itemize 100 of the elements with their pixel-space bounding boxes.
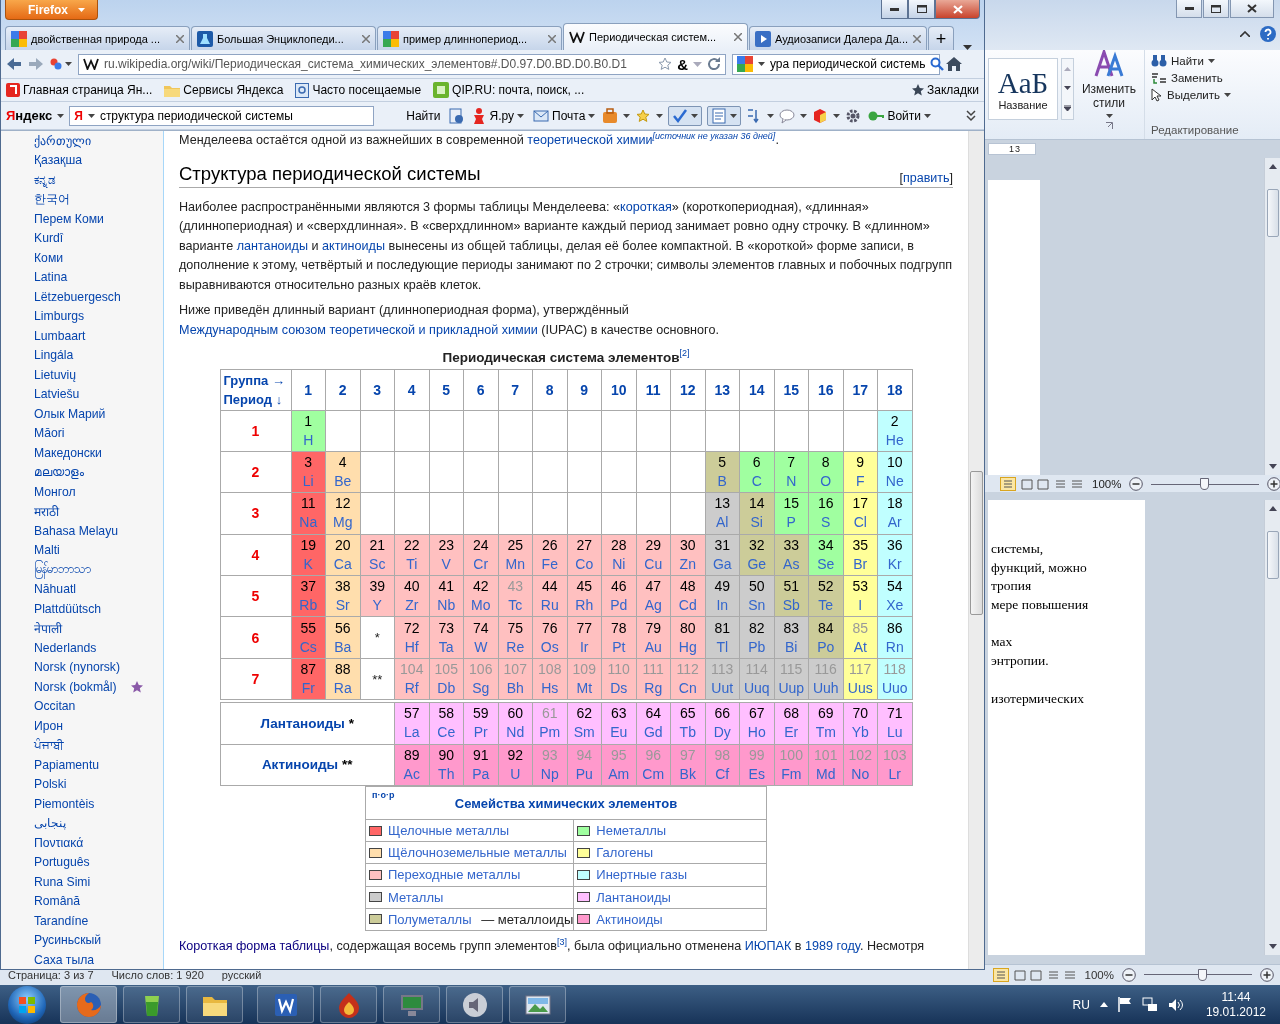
- element-cell[interactable]: 112 Cn: [671, 658, 705, 700]
- element-symbol[interactable]: C: [751, 472, 762, 492]
- language-link[interactable]: Олык Марий: [34, 406, 106, 421]
- element-cell[interactable]: 52 Te: [809, 576, 843, 617]
- language-link[interactable]: Occitan: [34, 699, 76, 714]
- envelope-icon[interactable]: [533, 107, 550, 124]
- close-icon[interactable]: [548, 34, 556, 43]
- element-cell[interactable]: 86 Rn: [878, 617, 912, 658]
- element-cell[interactable]: 33 As: [774, 534, 808, 576]
- element-cell[interactable]: 110 Ds: [602, 658, 636, 700]
- family-link[interactable]: Металлы: [388, 889, 444, 905]
- language-link[interactable]: Piemontèis: [34, 796, 95, 811]
- element-cell[interactable]: 20 Ca: [326, 534, 360, 576]
- element-cell[interactable]: 15 P: [774, 493, 808, 534]
- element-symbol[interactable]: Rn: [885, 637, 904, 657]
- taskbar-button[interactable]: [186, 986, 243, 1023]
- language-link[interactable]: Malti: [34, 543, 60, 558]
- search-icon[interactable]: [930, 57, 945, 71]
- element-cell[interactable]: 66 Dy: [705, 703, 739, 744]
- element-cell[interactable]: 48 Cd: [671, 576, 705, 617]
- minimize-button[interactable]: [881, 0, 908, 19]
- element-symbol[interactable]: Eu: [610, 723, 628, 743]
- element-symbol[interactable]: La: [403, 723, 420, 743]
- language-link[interactable]: Македонски: [34, 445, 102, 460]
- reference-link[interactable]: [2]: [679, 348, 690, 358]
- element-cell[interactable]: 6 C: [740, 451, 774, 493]
- element-cell[interactable]: 45 Rh: [567, 576, 601, 617]
- back-button[interactable]: [6, 57, 22, 71]
- element-symbol[interactable]: Kr: [887, 554, 902, 574]
- bookmarks-menu-button[interactable]: Закладки: [912, 83, 979, 97]
- close-icon[interactable]: [913, 34, 921, 43]
- element-cell[interactable]: 49 In: [705, 576, 739, 617]
- arrow-down-icon[interactable]: [1064, 86, 1071, 90]
- find-button[interactable]: Найти: [1151, 54, 1239, 68]
- element-cell[interactable]: 85 At: [843, 617, 877, 658]
- element-cell[interactable]: 91 Pa: [464, 744, 498, 785]
- element-cell[interactable]: 65 Tb: [671, 703, 705, 744]
- chevron-icon[interactable]: [963, 107, 979, 124]
- element-symbol[interactable]: Yb: [851, 723, 869, 743]
- language-link[interactable]: Қазақша: [34, 153, 82, 168]
- language-link[interactable]: پنجابی: [34, 816, 66, 831]
- group-number-link[interactable]: 13: [705, 369, 739, 410]
- clock[interactable]: 11:44 19.01.2012: [1205, 989, 1266, 1020]
- arrow-up-icon[interactable]: [1268, 164, 1277, 169]
- language-link[interactable]: Монгол: [34, 484, 76, 499]
- series-link[interactable]: Лантаноиды: [260, 715, 345, 731]
- arrow-up-icon[interactable]: [1099, 1002, 1108, 1007]
- element-symbol[interactable]: Cu: [644, 554, 663, 574]
- element-cell[interactable]: 36 Kr: [878, 534, 912, 576]
- element-cell[interactable]: 30 Zn: [671, 534, 705, 576]
- scrollbar-thumb[interactable]: [1266, 531, 1279, 579]
- element-symbol[interactable]: Ds: [610, 679, 628, 699]
- site-menu-button[interactable]: [50, 58, 72, 70]
- element-cell[interactable]: 67 Ho: [740, 703, 774, 744]
- language-link[interactable]: Саха тыла: [34, 952, 95, 967]
- group-number-link[interactable]: 17: [843, 369, 877, 410]
- zoom-out-icon[interactable]: [1129, 476, 1144, 491]
- element-symbol[interactable]: Nb: [437, 596, 456, 616]
- element-symbol[interactable]: Er: [784, 723, 799, 743]
- slider-thumb[interactable]: [1198, 969, 1208, 981]
- element-cell[interactable]: 9 F: [843, 451, 877, 493]
- close-icon[interactable]: [734, 33, 742, 41]
- element-cell[interactable]: 90 Th: [429, 744, 463, 785]
- group-number-link[interactable]: 5: [429, 369, 463, 410]
- element-cell[interactable]: 81 Tl: [705, 617, 739, 658]
- element-cell[interactable]: 12 Mg: [326, 493, 360, 534]
- browser-tab[interactable]: Периодическая систем...: [563, 23, 748, 50]
- browser-tab[interactable]: Большая Энциклопеди...: [191, 26, 376, 50]
- language-link[interactable]: नेपाली: [34, 619, 62, 637]
- element-symbol[interactable]: At: [853, 637, 867, 657]
- translate-button[interactable]: [707, 105, 742, 126]
- citation-needed-link[interactable]: [источник не указан 36 дней]: [652, 131, 776, 141]
- language-link[interactable]: Bahasa Melayu: [34, 523, 118, 538]
- bookmark-item[interactable]: QIP.RU: почта, поиск, ...: [433, 82, 585, 98]
- element-cell[interactable]: 18 Ar: [878, 493, 912, 534]
- element-symbol[interactable]: W: [474, 637, 488, 657]
- element-symbol[interactable]: Ag: [644, 596, 662, 616]
- language-link[interactable]: മലയാളം: [34, 465, 84, 480]
- element-cell[interactable]: 26 Fe: [533, 534, 567, 576]
- element-cell[interactable]: 111 Rg: [636, 658, 670, 700]
- find-button[interactable]: Найти: [404, 108, 443, 123]
- element-cell[interactable]: 54 Xe: [878, 576, 912, 617]
- cube-icon[interactable]: [812, 107, 829, 124]
- text-link[interactable]: Международным союзом теоретической и прикладной химии: [179, 322, 538, 337]
- language-link[interactable]: 한국어: [34, 190, 70, 208]
- scrollbar-thumb[interactable]: [1266, 189, 1279, 237]
- language-link[interactable]: Ποντιακά: [34, 835, 84, 850]
- bookmark-item[interactable]: Часто посещаемые: [295, 82, 422, 98]
- element-cell[interactable]: 62 Sm: [567, 703, 601, 744]
- element-symbol[interactable]: Nd: [506, 723, 525, 743]
- element-cell[interactable]: 89 Ac: [395, 744, 429, 785]
- element-symbol[interactable]: Tb: [679, 723, 696, 743]
- element-cell[interactable]: 27 Co: [567, 534, 601, 576]
- login-button[interactable]: Войти: [866, 107, 933, 124]
- element-cell[interactable]: 57 La: [395, 703, 429, 744]
- group-number-link[interactable]: 14: [740, 369, 774, 410]
- element-cell[interactable]: 5 B: [705, 451, 739, 493]
- element-cell[interactable]: 35 Br: [843, 534, 877, 576]
- element-symbol[interactable]: N: [786, 472, 797, 492]
- element-cell[interactable]: 56 Ba: [326, 617, 360, 658]
